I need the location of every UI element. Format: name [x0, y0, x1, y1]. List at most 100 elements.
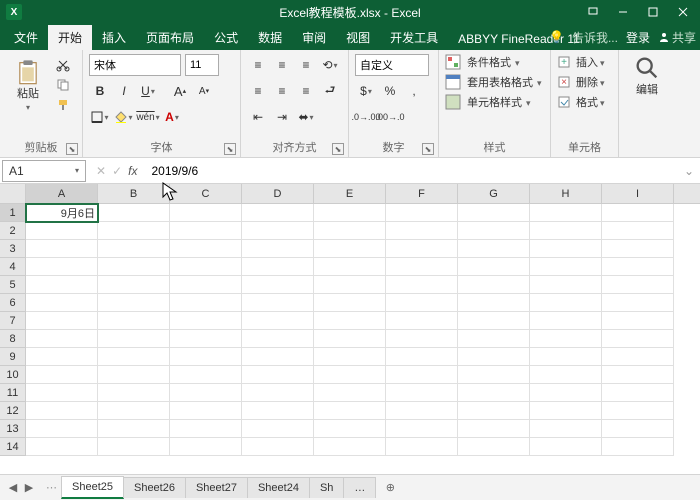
cell[interactable] — [602, 240, 674, 258]
col-header[interactable]: A — [26, 184, 98, 204]
cell[interactable] — [98, 438, 170, 456]
close-button[interactable] — [668, 0, 698, 24]
cell[interactable] — [458, 204, 530, 222]
decrease-font-button[interactable]: A▾ — [193, 80, 215, 102]
align-middle-button[interactable]: ≡ — [271, 54, 293, 76]
cell[interactable] — [242, 330, 314, 348]
cell[interactable] — [98, 366, 170, 384]
cell[interactable] — [314, 276, 386, 294]
spreadsheet-grid[interactable]: A B C D E F G H I 19月6日23456789101112131… — [0, 184, 700, 474]
new-sheet-button[interactable]: ⊕ — [379, 477, 401, 499]
border-button[interactable] — [89, 106, 111, 128]
align-bottom-button[interactable]: ≡ — [295, 54, 317, 76]
cell[interactable] — [26, 366, 98, 384]
cell[interactable] — [530, 276, 602, 294]
align-dialog-icon[interactable]: ⬊ — [332, 143, 344, 155]
cell[interactable] — [26, 348, 98, 366]
cell[interactable] — [98, 222, 170, 240]
cell[interactable] — [386, 276, 458, 294]
cell[interactable] — [170, 312, 242, 330]
wrap-text-button[interactable]: ⮐ — [319, 80, 341, 102]
cell[interactable] — [458, 402, 530, 420]
cell[interactable] — [98, 348, 170, 366]
name-box[interactable]: A1▾ — [2, 160, 86, 182]
cell[interactable] — [530, 294, 602, 312]
cell[interactable] — [26, 222, 98, 240]
cell[interactable] — [602, 366, 674, 384]
tab-formulas[interactable]: 公式 — [204, 25, 248, 50]
cell[interactable] — [386, 402, 458, 420]
cell[interactable] — [242, 222, 314, 240]
font-dialog-icon[interactable]: ⬊ — [224, 143, 236, 155]
cell[interactable] — [386, 258, 458, 276]
sheet-tab[interactable]: Sheet26 — [123, 477, 186, 498]
cell[interactable] — [530, 312, 602, 330]
cell[interactable] — [170, 402, 242, 420]
cell[interactable] — [602, 402, 674, 420]
cell[interactable] — [314, 204, 386, 222]
row-header[interactable]: 4 — [0, 258, 26, 276]
cell[interactable] — [98, 258, 170, 276]
cell[interactable] — [530, 402, 602, 420]
cell[interactable] — [98, 420, 170, 438]
cell[interactable] — [170, 222, 242, 240]
cell[interactable] — [98, 276, 170, 294]
cell[interactable] — [314, 420, 386, 438]
cell[interactable] — [458, 420, 530, 438]
next-sheet-icon[interactable]: ▶ — [22, 481, 36, 495]
sheet-tab[interactable]: Sheet25 — [61, 476, 124, 499]
cell[interactable] — [602, 204, 674, 222]
formula-input[interactable] — [145, 160, 677, 182]
cell[interactable] — [314, 384, 386, 402]
col-header[interactable]: I — [602, 184, 674, 204]
row-header[interactable]: 5 — [0, 276, 26, 294]
cell[interactable] — [602, 384, 674, 402]
row-header[interactable]: 11 — [0, 384, 26, 402]
cell[interactable] — [386, 420, 458, 438]
prev-sheet-icon[interactable]: ◀ — [6, 481, 20, 495]
cell[interactable] — [602, 222, 674, 240]
cell[interactable] — [602, 348, 674, 366]
row-header[interactable]: 1 — [0, 204, 26, 222]
cell[interactable] — [98, 402, 170, 420]
cell[interactable] — [458, 276, 530, 294]
col-header[interactable]: E — [314, 184, 386, 204]
cell[interactable] — [530, 438, 602, 456]
cell[interactable] — [314, 402, 386, 420]
cell[interactable] — [602, 294, 674, 312]
cell[interactable] — [602, 312, 674, 330]
format-cells-button[interactable]: 格式 — [557, 94, 612, 110]
row-header[interactable]: 12 — [0, 402, 26, 420]
tab-file[interactable]: 文件 — [4, 25, 48, 50]
cell[interactable] — [458, 384, 530, 402]
row-header[interactable]: 14 — [0, 438, 26, 456]
cell[interactable] — [386, 438, 458, 456]
cell[interactable] — [458, 258, 530, 276]
cell[interactable] — [170, 366, 242, 384]
align-top-button[interactable]: ≡ — [247, 54, 269, 76]
row-header[interactable]: 9 — [0, 348, 26, 366]
cell[interactable] — [458, 294, 530, 312]
cell[interactable] — [170, 258, 242, 276]
cell[interactable] — [26, 258, 98, 276]
cell[interactable] — [98, 384, 170, 402]
expand-formula-icon[interactable]: ⌄ — [678, 164, 700, 178]
cell[interactable] — [26, 294, 98, 312]
row-header[interactable]: 2 — [0, 222, 26, 240]
cell[interactable] — [602, 420, 674, 438]
tab-view[interactable]: 视图 — [336, 25, 380, 50]
cell[interactable] — [386, 240, 458, 258]
delete-cells-button[interactable]: ×删除 — [557, 74, 612, 90]
fx-icon[interactable]: fx — [128, 164, 137, 178]
minimize-button[interactable] — [608, 0, 638, 24]
tab-pagelayout[interactable]: 页面布局 — [136, 25, 204, 50]
cell[interactable] — [458, 438, 530, 456]
percent-button[interactable]: % — [379, 80, 401, 102]
sheet-tab-more[interactable]: … — [343, 477, 376, 498]
increase-indent-button[interactable]: ⇥ — [271, 106, 293, 128]
align-center-button[interactable]: ≡ — [271, 80, 293, 102]
tab-developer[interactable]: 开发工具 — [380, 25, 448, 50]
col-header[interactable]: B — [98, 184, 170, 204]
cell[interactable] — [386, 204, 458, 222]
cell[interactable] — [170, 438, 242, 456]
